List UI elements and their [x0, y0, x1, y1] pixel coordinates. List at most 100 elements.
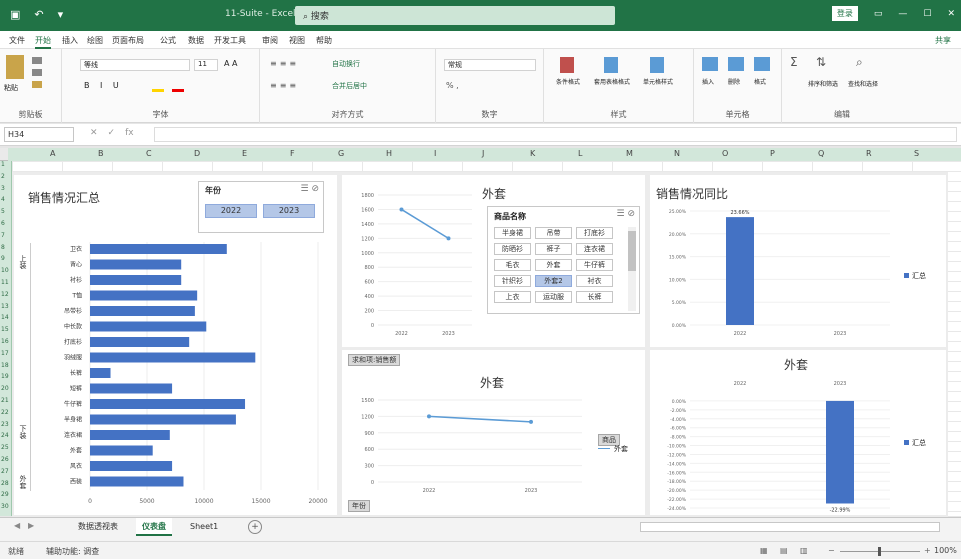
tab-draw[interactable]: 绘图 [87, 35, 103, 46]
view-page-break-icon[interactable]: ▥ [800, 546, 808, 555]
formula-input[interactable] [154, 127, 957, 142]
product-slicer-item[interactable]: 打底衫 [576, 227, 613, 239]
row-number[interactable]: 14 [1, 314, 9, 321]
table-format-button[interactable]: 套用表格格式 [592, 77, 632, 86]
row-number[interactable]: 4 [1, 196, 5, 203]
table-format-icon[interactable] [604, 57, 618, 73]
column-letter[interactable]: G [338, 149, 344, 158]
row-number[interactable]: 1 [1, 161, 5, 168]
product-slicer-item[interactable]: 连衣裙 [576, 243, 613, 255]
product-slicer-item[interactable]: 半身裙 [494, 227, 531, 239]
enter-icon[interactable]: ✓ [108, 128, 116, 138]
insert-cells-icon[interactable] [702, 57, 718, 71]
conditional-format-icon[interactable] [560, 57, 574, 73]
fill-color-icon[interactable] [152, 89, 164, 92]
fx-button[interactable]: fx [125, 128, 134, 138]
tab-review[interactable]: 审阅 [262, 35, 278, 46]
column-letter[interactable]: D [194, 149, 200, 158]
row-number[interactable]: 15 [1, 326, 9, 333]
cut-icon[interactable] [32, 57, 42, 64]
column-letter[interactable]: K [530, 149, 535, 158]
tab-insert[interactable]: 插入 [62, 35, 78, 46]
row-number[interactable]: 23 [1, 421, 9, 428]
sheet-tab-pivot[interactable]: 数据透视表 [72, 518, 124, 536]
column-letter[interactable]: J [482, 149, 484, 158]
row-number[interactable]: 27 [1, 468, 9, 475]
add-sheet-button[interactable]: + [248, 520, 262, 534]
product-slicer-item[interactable]: 防晒衫 [494, 243, 531, 255]
row-number[interactable]: 20 [1, 385, 9, 392]
wrap-text-button[interactable]: 自动换行 [332, 59, 360, 69]
row-number[interactable]: 8 [1, 244, 5, 251]
find-select-button[interactable]: 查找和选择 [848, 79, 878, 88]
grow-font-icon[interactable]: A A [224, 59, 238, 68]
minimize-icon[interactable]: — [898, 9, 907, 19]
sort-filter-button[interactable]: 排序和筛选 [808, 79, 838, 88]
tab-developer[interactable]: 开发工具 [214, 35, 246, 46]
tab-file[interactable]: 文件 [9, 35, 25, 46]
share-button[interactable]: 共享 [935, 35, 951, 46]
column-letter[interactable]: M [626, 149, 633, 158]
product-slicer-item[interactable]: 运动服 [535, 291, 572, 303]
sheet-tab-sheet1[interactable]: Sheet1 [184, 518, 224, 536]
row-number[interactable]: 9 [1, 255, 5, 262]
row-number[interactable]: 22 [1, 409, 9, 416]
tab-scroll-left-icon[interactable]: ◀ [14, 521, 20, 530]
column-letter[interactable]: Q [818, 149, 824, 158]
row-number[interactable]: 21 [1, 397, 9, 404]
tab-home[interactable]: 开始 [35, 35, 51, 49]
close-icon[interactable]: ✕ [947, 9, 955, 19]
tab-data[interactable]: 数据 [188, 35, 204, 46]
yoy-outerwear-panel[interactable]: 外套 0.00% -2.00% -4.00% -6.00% -8.00% -10.00% -… [650, 350, 946, 515]
font-color-icon[interactable] [172, 89, 184, 92]
product-slicer-item[interactable]: 裤子 [535, 243, 572, 255]
year-slicer-item-2022[interactable]: 2022 [205, 204, 257, 218]
search-box[interactable]: ⌕ 搜索 [295, 6, 615, 25]
horizontal-scrollbar[interactable] [640, 522, 940, 532]
zoom-out-icon[interactable]: − [828, 546, 835, 555]
save-icon[interactable]: ▣ [10, 8, 20, 21]
row-number[interactable]: 5 [1, 208, 5, 215]
axis-field-button[interactable]: 年份 [348, 500, 370, 512]
tab-page-layout[interactable]: 页面布局 [112, 35, 144, 46]
maximize-icon[interactable]: ☐ [923, 9, 931, 19]
row-number[interactable]: 10 [1, 267, 9, 274]
slicer-filter-icons[interactable]: ☰ ⊘ [301, 184, 319, 194]
format-cells-button[interactable]: 格式 [754, 77, 766, 86]
row-number[interactable]: 7 [1, 232, 5, 239]
column-letter[interactable]: H [386, 149, 392, 158]
sheet-tab-dashboard[interactable]: 仪表盘 [136, 518, 172, 536]
row-number[interactable]: 29 [1, 491, 9, 498]
column-letter[interactable]: L [578, 149, 582, 158]
percent-comma-icons[interactable]: % , [446, 81, 459, 90]
format-cells-icon[interactable] [754, 57, 770, 71]
product-slicer-item[interactable]: 针织衫 [494, 275, 531, 287]
undo-icon[interactable]: ↶ [34, 8, 43, 21]
row-number[interactable]: 17 [1, 350, 9, 357]
row-number[interactable]: 2 [1, 173, 5, 180]
zoom-level[interactable]: 100% [934, 546, 957, 555]
tab-formulas[interactable]: 公式 [160, 35, 176, 46]
column-letter[interactable]: E [242, 149, 247, 158]
find-icon[interactable]: ⌕ [856, 55, 863, 70]
view-page-layout-icon[interactable]: ▤ [780, 546, 788, 555]
product-slicer-item[interactable]: 外套2 [535, 275, 572, 287]
align-left-icons[interactable]: ≡≡≡ [270, 81, 299, 90]
product-slicer-item[interactable]: 衬衣 [576, 275, 613, 287]
column-letter[interactable]: O [722, 149, 728, 158]
zoom-slider-thumb[interactable] [878, 547, 881, 556]
align-top-icons[interactable]: ≡≡≡ [270, 59, 299, 68]
row-number[interactable]: 18 [1, 362, 9, 369]
row-number[interactable]: 13 [1, 303, 9, 310]
merge-center-button[interactable]: 合并后居中 [332, 81, 367, 91]
row-number[interactable]: 25 [1, 444, 9, 451]
product-slicer-scroll-thumb[interactable] [628, 231, 636, 271]
sort-filter-icon[interactable]: ⇅ [816, 55, 826, 69]
bottom-line-chart-panel[interactable]: 求和项:销售额 外套 0 300 600 900 1200 1500 2022 2023 商品… [342, 350, 645, 515]
product-slicer[interactable]: 商品名称 ☰ ⊘ 半身裙 吊带 打底衫 防晒衫 裤子 连衣裙 毛衣 外套 牛仔裤 针织衫 外套2 衬衣… [487, 206, 640, 314]
row-number[interactable]: 19 [1, 373, 9, 380]
row-number[interactable]: 11 [1, 279, 9, 286]
column-letter[interactable]: C [146, 149, 152, 158]
font-name-select[interactable]: 等线 [80, 59, 190, 71]
cancel-icon[interactable]: ✕ [90, 128, 98, 138]
